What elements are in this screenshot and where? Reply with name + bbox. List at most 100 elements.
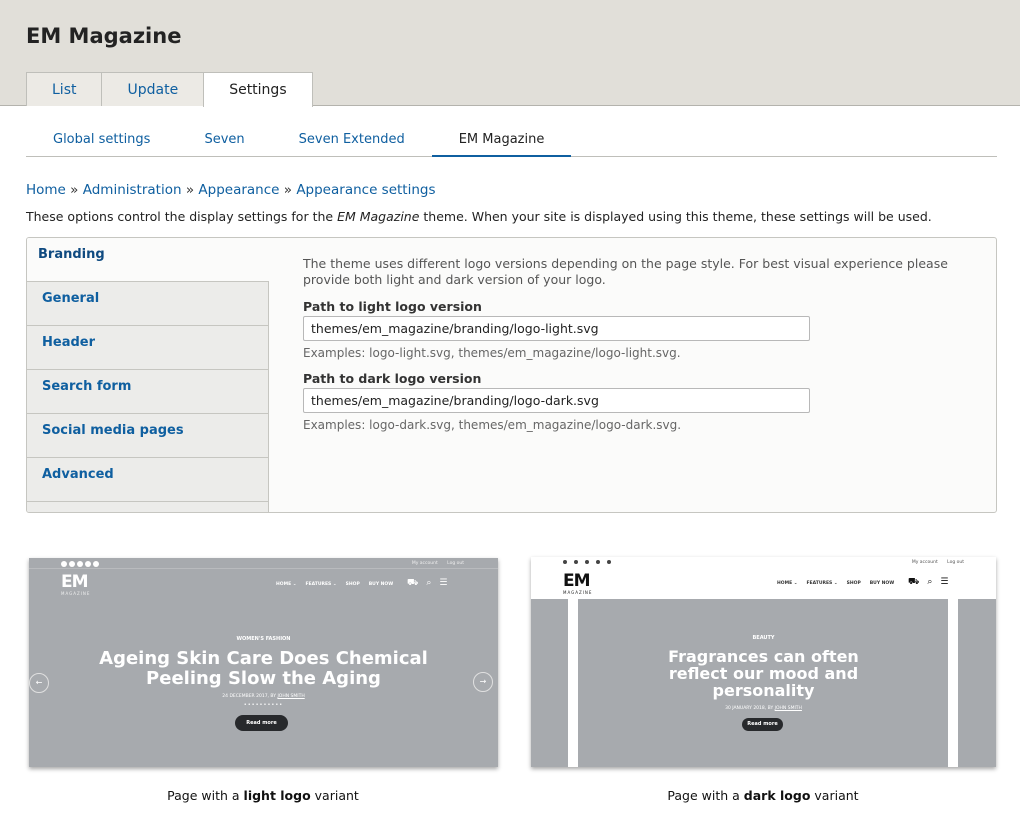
- breadcrumb-separator: »: [283, 182, 297, 198]
- logo-subtitle: MAGAZINE: [563, 590, 593, 595]
- caption-text: variant: [810, 788, 859, 803]
- account-links: My account Log out: [404, 561, 464, 566]
- light-logo-help: Examples: logo-light.svg, themes/em_maga…: [303, 346, 681, 360]
- read-more-button: Read more: [235, 715, 288, 731]
- twitter-icon: [574, 560, 578, 564]
- caption-emphasis: light logo: [243, 788, 311, 803]
- intro-after: theme. When your site is displayed using…: [419, 209, 932, 224]
- page-title: EM Magazine: [26, 24, 182, 48]
- dark-logo-help: Examples: logo-dark.svg, themes/em_magaz…: [303, 418, 682, 432]
- menu-icon: ☰: [439, 578, 448, 588]
- settings-panel: Branding General Header Search form Soci…: [26, 237, 997, 513]
- breadcrumb: Home » Administration » Appearance » App…: [26, 182, 436, 198]
- search-icon: ⌕: [927, 577, 933, 587]
- dark-logo-preview: My account Log out EM MAGAZINE HOME ⌄ FE…: [531, 557, 996, 767]
- caption-text: Page with a: [667, 788, 744, 803]
- facebook-icon: [563, 560, 567, 564]
- primary-tabs: List Update Settings: [26, 72, 313, 107]
- dark-logo-label: Path to dark logo version: [303, 371, 482, 386]
- preview-date: 24 DECEMBER 2017, BY: [222, 694, 277, 699]
- caption-emphasis: dark logo: [743, 788, 811, 803]
- arrow-left-icon: ←: [29, 673, 49, 693]
- tab-list[interactable]: List: [26, 72, 103, 106]
- vtab-header[interactable]: Header: [27, 326, 268, 370]
- facebook-icon: [61, 561, 67, 567]
- preview-nav: HOME ⌄ FEATURES ⌄ SHOP BUY NOW: [276, 582, 393, 587]
- preview-author: JOHN SMITH: [277, 694, 305, 699]
- light-logo-label: Path to light logo version: [303, 299, 482, 314]
- subtab-global-settings[interactable]: Global settings: [26, 128, 177, 157]
- branding-pane: The theme uses different logo versions d…: [303, 256, 983, 432]
- preview-icons: ⛟ ⌕ ☰: [908, 577, 948, 588]
- cart-icon: ⛟: [908, 577, 920, 587]
- nav-shop: SHOP: [345, 582, 360, 587]
- tab-settings[interactable]: Settings: [203, 72, 313, 107]
- light-logo-preview: My account Log out EM MAGAZINE HOME ⌄ FE…: [29, 558, 498, 767]
- preview-date: 30 JANUARY 2018, BY: [725, 706, 774, 711]
- vtab-general[interactable]: General: [27, 282, 268, 326]
- subtab-seven[interactable]: Seven: [177, 128, 271, 157]
- arrow-right-icon: →: [473, 672, 493, 692]
- light-logo-input[interactable]: [303, 316, 810, 341]
- preview-topbar: My account Log out: [29, 558, 498, 569]
- search-icon: ⌕: [426, 578, 432, 588]
- breadcrumb-appearance[interactable]: Appearance: [198, 182, 279, 198]
- preview-meta: 30 JANUARY 2018, BY JOHN SMITH: [531, 706, 996, 711]
- breadcrumb-separator: »: [185, 182, 199, 198]
- my-account-link: My account: [911, 560, 938, 565]
- logout-link: Log out: [947, 560, 964, 565]
- subtab-seven-extended[interactable]: Seven Extended: [272, 128, 432, 157]
- preview-title-line: Fragrances can often: [668, 647, 859, 666]
- preview-title: Ageing Skin Care Does Chemical Peeling S…: [29, 649, 498, 689]
- dark-logo: EM: [563, 571, 591, 591]
- vtab-search-form[interactable]: Search form: [27, 370, 268, 414]
- nav-buy-now: BUY NOW: [368, 582, 394, 587]
- vtab-advanced[interactable]: Advanced: [27, 458, 268, 502]
- preview-category: BEAUTY: [752, 635, 775, 641]
- subtab-em-magazine[interactable]: EM Magazine: [431, 128, 572, 157]
- preview-title-line: Peeling Slow the Aging: [146, 668, 381, 689]
- my-account-link: My account: [411, 561, 438, 566]
- nav-home: HOME ⌄: [777, 581, 798, 586]
- youtube-icon: [85, 561, 91, 567]
- dark-logo-input[interactable]: [303, 388, 810, 413]
- googleplus-icon: [77, 561, 83, 567]
- logout-link: Log out: [447, 561, 464, 566]
- preview-title-line: Ageing Skin Care Does Chemical: [99, 648, 428, 669]
- logo-subtitle: MAGAZINE: [61, 591, 91, 596]
- light-preview-caption: Page with a light logo variant: [113, 788, 413, 803]
- intro-theme-name: EM Magazine: [337, 209, 420, 224]
- breadcrumb-appearance-settings[interactable]: Appearance settings: [296, 182, 435, 198]
- cart-icon: ⛟: [407, 578, 419, 588]
- twitter-icon: [69, 561, 75, 567]
- preview-header: EM MAGAZINE HOME ⌄ FEATURES ⌄ SHOP BUY N…: [29, 569, 498, 599]
- menu-icon: ☰: [940, 577, 949, 587]
- youtube-icon: [596, 560, 600, 564]
- tab-update[interactable]: Update: [101, 72, 205, 106]
- preview-topbar: My account Log out: [531, 557, 996, 568]
- light-logo: EM: [61, 572, 89, 592]
- preview-title-line: reflect our mood and: [668, 664, 859, 683]
- instagram-icon: [607, 560, 611, 564]
- dark-preview-caption: Page with a dark logo variant: [613, 788, 913, 803]
- nav-buy-now: BUY NOW: [869, 581, 895, 586]
- nav-shop: SHOP: [846, 581, 861, 586]
- social-icons: [61, 561, 99, 567]
- intro-text: These options control the display settin…: [26, 209, 932, 224]
- caption-text: Page with a: [167, 788, 244, 803]
- page-header: EM Magazine List Update Settings: [0, 0, 1020, 107]
- branding-description: The theme uses different logo versions d…: [303, 256, 948, 287]
- vtab-branding[interactable]: Branding: [27, 238, 269, 282]
- instagram-icon: [93, 561, 99, 567]
- breadcrumb-home[interactable]: Home: [26, 182, 66, 198]
- preview-title-line: personality: [712, 681, 815, 700]
- intro-before: These options control the display settin…: [26, 209, 338, 224]
- preview-title: Fragrances can often reflect our mood an…: [531, 648, 996, 699]
- preview-nav: HOME ⌄ FEATURES ⌄ SHOP BUY NOW: [777, 581, 894, 586]
- secondary-tabs: Global settings Seven Seven Extended EM …: [26, 128, 997, 157]
- vertical-tabs: Branding General Header Search form Soci…: [27, 238, 269, 512]
- breadcrumb-administration[interactable]: Administration: [83, 182, 182, 198]
- vtab-social-media-pages[interactable]: Social media pages: [27, 414, 268, 458]
- googleplus-icon: [585, 560, 589, 564]
- preview-meta: 24 DECEMBER 2017, BY JOHN SMITH: [29, 694, 498, 699]
